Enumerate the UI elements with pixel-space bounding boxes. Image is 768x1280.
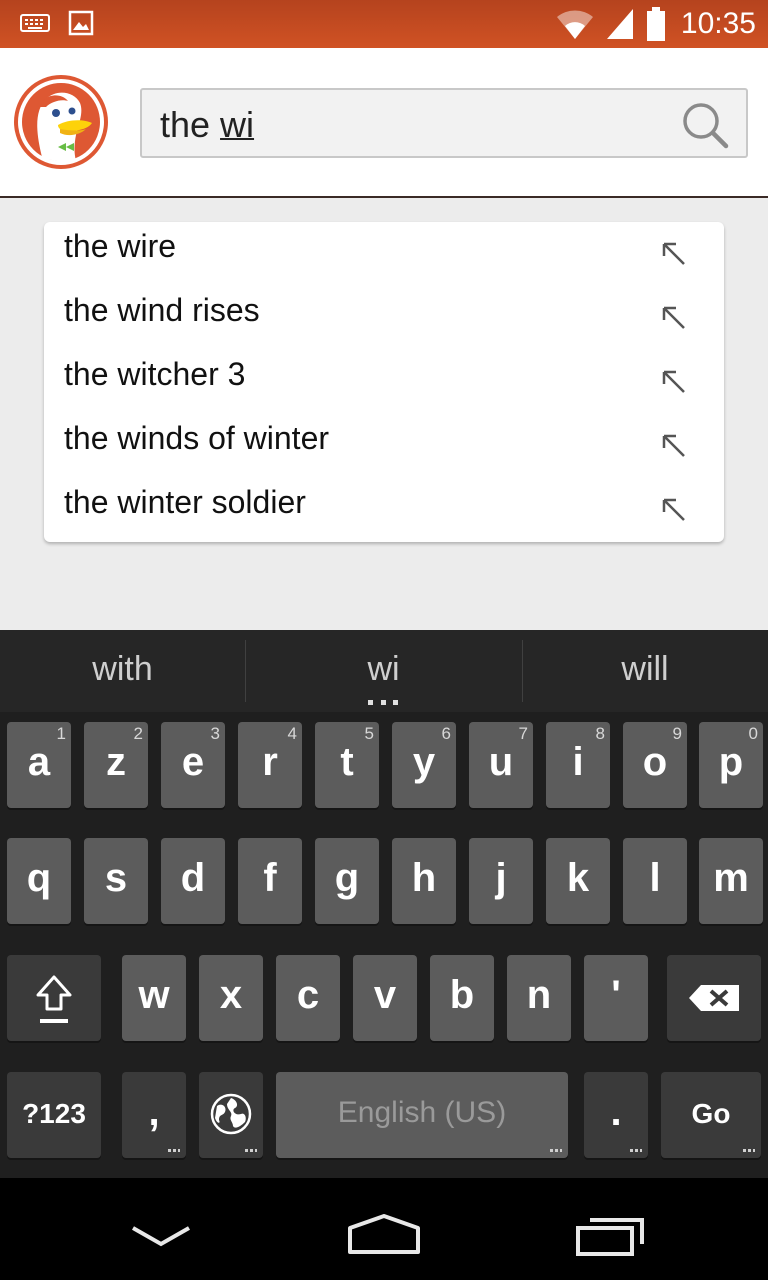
- status-time: 10:35: [680, 7, 756, 40]
- candidate-strip: with wi will: [0, 630, 768, 712]
- space-key[interactable]: English (US): [276, 1072, 568, 1158]
- image-icon: [68, 10, 94, 36]
- key-y[interactable]: 6y: [392, 722, 456, 808]
- suggestion-label: the witcher 3: [64, 356, 246, 392]
- suggestion-label: the wind rises: [64, 292, 260, 328]
- globe-icon: [210, 1093, 252, 1135]
- arrow-up-left-icon[interactable]: [660, 368, 688, 396]
- suggestion-item[interactable]: the witcher 3: [44, 350, 724, 414]
- home-icon[interactable]: [346, 1212, 422, 1256]
- key-c[interactable]: c: [276, 955, 340, 1041]
- key-a[interactable]: 1a: [7, 722, 71, 808]
- key-f[interactable]: f: [238, 838, 302, 924]
- key-v[interactable]: v: [353, 955, 417, 1041]
- arrow-up-left-icon[interactable]: [660, 496, 688, 524]
- suggestion-list: the wire the wind rises the witcher 3 th…: [44, 222, 724, 542]
- arrow-up-left-icon[interactable]: [660, 432, 688, 460]
- backspace-icon: [689, 985, 739, 1011]
- key-g[interactable]: g: [315, 838, 379, 924]
- key-j[interactable]: j: [469, 838, 533, 924]
- key-m[interactable]: m: [699, 838, 763, 924]
- comma-key[interactable]: ,: [122, 1072, 186, 1158]
- more-icon: [550, 1149, 562, 1152]
- more-icon: [245, 1149, 257, 1152]
- status-bar: 10:35: [0, 0, 768, 48]
- key-r[interactable]: 4r: [238, 722, 302, 808]
- battery-icon: [646, 7, 665, 41]
- key-i[interactable]: 8i: [546, 722, 610, 808]
- soft-keyboard: with wi will 1a 2z 3e 4r 5t 6y 7u 8i 9o …: [0, 630, 768, 1178]
- suggestion-item[interactable]: the winds of winter: [44, 414, 724, 478]
- shift-icon: [36, 975, 72, 1023]
- key-n[interactable]: n: [507, 955, 571, 1041]
- suggestion-label: the winds of winter: [64, 420, 330, 456]
- backspace-key[interactable]: [667, 955, 761, 1041]
- key-s[interactable]: s: [84, 838, 148, 924]
- key-e[interactable]: 3e: [161, 722, 225, 808]
- more-candidates-icon[interactable]: [368, 700, 398, 706]
- key-w[interactable]: w: [122, 955, 186, 1041]
- candidate-wi[interactable]: wi: [245, 650, 522, 689]
- key-o[interactable]: 9o: [623, 722, 687, 808]
- key-x[interactable]: x: [199, 955, 263, 1041]
- more-icon: [743, 1149, 755, 1152]
- candidate-will[interactable]: will: [522, 650, 768, 689]
- shift-key[interactable]: [7, 955, 101, 1041]
- suggestion-label: the wire: [64, 228, 177, 264]
- key-t[interactable]: 5t: [315, 722, 379, 808]
- composing-text: wi: [220, 104, 255, 145]
- candidate-with[interactable]: with: [0, 650, 245, 689]
- key-k[interactable]: k: [546, 838, 610, 924]
- arrow-up-left-icon[interactable]: [660, 304, 688, 332]
- key-q[interactable]: q: [7, 838, 71, 924]
- navigation-bar: [0, 1178, 768, 1280]
- signal-icon: [606, 9, 633, 39]
- key-h[interactable]: h: [392, 838, 456, 924]
- duckduckgo-logo[interactable]: [12, 73, 110, 171]
- key-p[interactable]: 0p: [699, 722, 763, 808]
- symbols-key[interactable]: ?123: [7, 1072, 101, 1158]
- key-b[interactable]: b: [430, 955, 494, 1041]
- key-u[interactable]: 7u: [469, 722, 533, 808]
- suggestion-label: the winter soldier: [64, 484, 306, 520]
- search-query: the wi: [160, 104, 255, 145]
- back-icon[interactable]: [129, 1222, 193, 1252]
- suggestion-item[interactable]: the winter soldier: [44, 478, 724, 542]
- suggestion-item[interactable]: the wire: [44, 222, 724, 286]
- search-header: the wi: [0, 48, 768, 198]
- language-key[interactable]: [199, 1072, 263, 1158]
- more-icon: [630, 1149, 642, 1152]
- recents-icon[interactable]: [574, 1214, 646, 1258]
- key-apostrophe[interactable]: ': [584, 955, 648, 1041]
- suggestion-item[interactable]: the wind rises: [44, 286, 724, 350]
- wifi-icon: [556, 10, 593, 39]
- go-key[interactable]: Go: [661, 1072, 761, 1158]
- more-icon: [168, 1149, 180, 1152]
- search-icon[interactable]: [680, 100, 730, 150]
- key-l[interactable]: l: [623, 838, 687, 924]
- search-input[interactable]: the wi: [140, 88, 748, 158]
- keyboard-icon: [20, 14, 50, 32]
- period-key[interactable]: .: [584, 1072, 648, 1158]
- key-d[interactable]: d: [161, 838, 225, 924]
- arrow-up-left-icon[interactable]: [660, 240, 688, 268]
- key-z[interactable]: 2z: [84, 722, 148, 808]
